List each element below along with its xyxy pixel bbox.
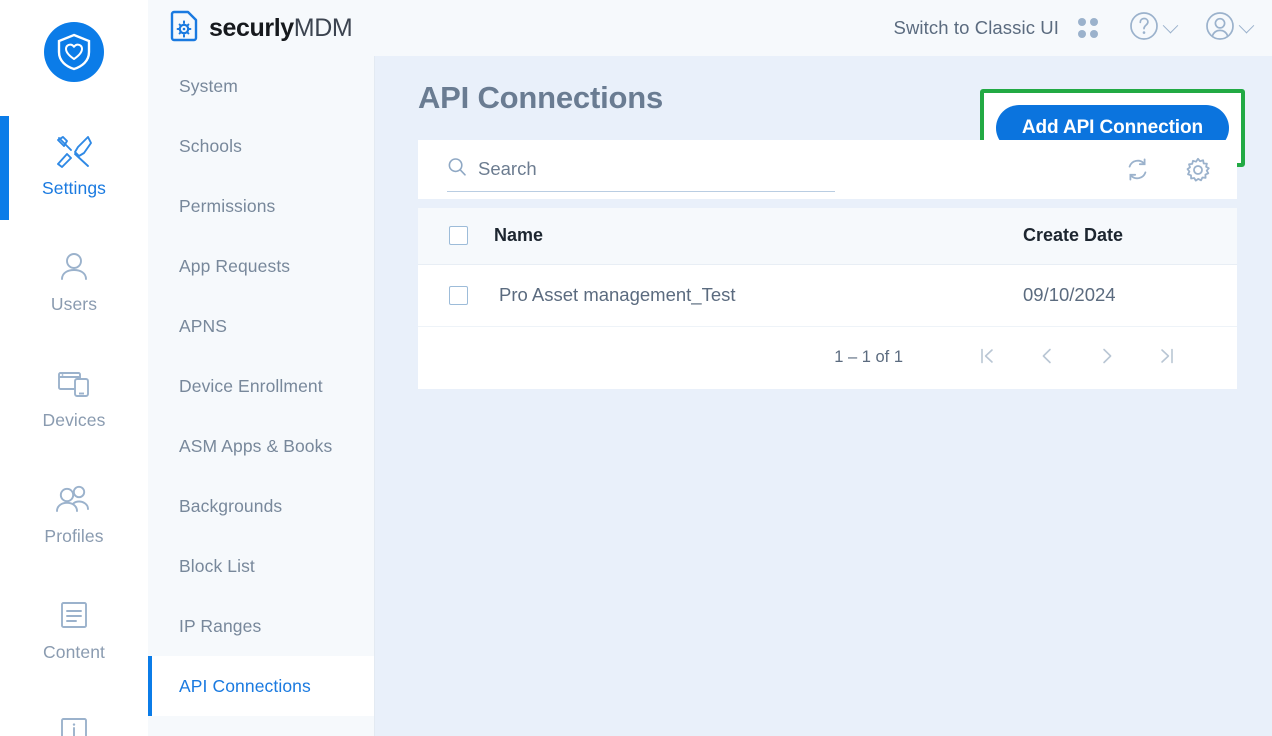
- grid-dot: [1078, 30, 1086, 38]
- table-body: Pro Asset management_Test 09/10/2024: [418, 264, 1237, 327]
- select-all-checkbox[interactable]: [449, 226, 468, 246]
- brand-name-bold: securly: [209, 14, 294, 42]
- cell-create-date: 09/10/2024: [967, 264, 1237, 327]
- subnav-item-apns[interactable]: APNS: [148, 296, 374, 356]
- search-input[interactable]: [478, 158, 798, 180]
- sidebar-item-label: Devices: [42, 410, 106, 430]
- subnav-item-label: Backgrounds: [179, 495, 283, 516]
- subnav-item-api-connections[interactable]: API Connections: [148, 656, 374, 716]
- switch-to-classic-ui-link[interactable]: Switch to Classic UI: [894, 17, 1059, 39]
- primary-nav-list: Settings Users Devices Profiles Content: [0, 112, 148, 736]
- grid-dot: [1090, 30, 1098, 38]
- column-header-name[interactable]: Name: [490, 208, 967, 265]
- document-icon: [59, 594, 89, 636]
- sidebar-item-profiles[interactable]: Profiles: [0, 460, 148, 576]
- info-icon: [59, 710, 89, 736]
- subnav-item-block-list[interactable]: Block List: [148, 536, 374, 596]
- chevron-down-icon: [1162, 17, 1179, 33]
- page-title: API Connections: [418, 80, 664, 115]
- sidebar-item-label: Users: [50, 294, 98, 314]
- next-page-button[interactable]: [1077, 338, 1137, 378]
- pagination: 1 – 1 of 1: [418, 327, 1237, 389]
- subnav-item-label: APNS: [179, 315, 228, 336]
- apps-grid-icon[interactable]: [1078, 18, 1098, 38]
- subnav-item-backgrounds[interactable]: Backgrounds: [148, 476, 374, 536]
- last-page-icon: [1157, 346, 1177, 369]
- grid-dot: [1090, 18, 1098, 26]
- top-bar: securlyMDM Switch to Classic UI: [148, 0, 1272, 56]
- people-icon: [55, 478, 93, 520]
- refresh-icon[interactable]: [1125, 157, 1150, 182]
- subnav-item-label: Block List: [179, 555, 255, 576]
- subnav-item-label: Permissions: [179, 195, 276, 216]
- app-root: Settings Users Devices Profiles Content …: [0, 0, 1272, 736]
- subnav-item-system[interactable]: System: [148, 56, 374, 116]
- table-head: Name Create Date: [418, 208, 1237, 265]
- user-avatar-icon: [1204, 10, 1236, 47]
- table-header-row: Name Create Date: [418, 208, 1237, 265]
- first-page-button[interactable]: [957, 338, 1017, 378]
- sidebar-item-settings[interactable]: Settings: [0, 112, 148, 228]
- top-bar-actions: Switch to Classic UI: [894, 0, 1255, 56]
- column-header-create-date[interactable]: Create Date: [967, 208, 1237, 265]
- grid-dot: [1078, 18, 1086, 26]
- pagination-range-label: 1 – 1 of 1: [834, 348, 903, 366]
- devices-icon: [57, 362, 91, 404]
- help-circle-icon: [1128, 10, 1160, 47]
- chevron-down-icon: [1238, 17, 1255, 33]
- previous-page-icon: [1037, 346, 1057, 369]
- person-icon: [57, 246, 91, 288]
- brand-name-light: MDM: [293, 14, 353, 42]
- user-menu[interactable]: [1204, 10, 1255, 47]
- page-header: API Connections Add API Connection: [375, 56, 1272, 167]
- securly-shield-heart-icon: [44, 22, 104, 82]
- table-toolbar-actions: [1125, 140, 1211, 199]
- subnav-item-label: System: [179, 75, 238, 96]
- primary-sidebar: Settings Users Devices Profiles Content: [0, 0, 148, 736]
- subnav-item-permissions[interactable]: Permissions: [148, 176, 374, 236]
- subnav-item-label: App Requests: [179, 255, 291, 276]
- sidebar-item-status[interactable]: Stat: [0, 692, 148, 736]
- sidebar-item-label: Settings: [41, 178, 107, 198]
- row-checkbox[interactable]: [449, 285, 468, 305]
- previous-page-button[interactable]: [1017, 338, 1077, 378]
- table-row[interactable]: Pro Asset management_Test 09/10/2024: [418, 264, 1237, 327]
- subnav-item-app-requests[interactable]: App Requests: [148, 236, 374, 296]
- brand-name: securlyMDM: [209, 14, 353, 43]
- sidebar-item-label: Profiles: [44, 526, 104, 546]
- search-toolbar: [418, 140, 1237, 199]
- main-content: API Connections Add API Connection Searc…: [375, 56, 1272, 736]
- last-page-button[interactable]: [1137, 338, 1197, 378]
- subnav-item-label: ASM Apps & Books: [179, 435, 333, 456]
- subnav-item-label: API Connections: [179, 675, 311, 696]
- securly-gear-document-icon: [170, 10, 200, 47]
- select-all-header: [418, 208, 490, 265]
- sidebar-item-devices[interactable]: Devices: [0, 344, 148, 460]
- subnav-item-device-enrollment[interactable]: Device Enrollment: [148, 356, 374, 416]
- sidebar-item-label: Content: [43, 642, 105, 662]
- subnav-item-asm-apps-books[interactable]: ASM Apps & Books: [148, 416, 374, 476]
- sidebar-item-content[interactable]: Content: [0, 576, 148, 692]
- brand-logo[interactable]: securlyMDM: [170, 10, 353, 47]
- first-page-icon: [977, 346, 997, 369]
- gear-icon[interactable]: [1185, 157, 1211, 183]
- tools-icon: [55, 130, 93, 172]
- api-connections-table-card: Name Create Date Pro Asset management_Te…: [418, 208, 1237, 389]
- help-menu[interactable]: [1128, 10, 1179, 47]
- search-icon: [447, 157, 467, 182]
- settings-subnav: System Schools Permissions App Requests …: [148, 0, 375, 736]
- api-connections-table: Name Create Date Pro Asset management_Te…: [418, 208, 1237, 327]
- next-page-icon: [1097, 346, 1117, 369]
- search-field[interactable]: [447, 148, 835, 192]
- subnav-item-ip-ranges[interactable]: IP Ranges: [148, 596, 374, 656]
- subnav-item-label: IP Ranges: [179, 615, 262, 636]
- row-select-cell: [418, 264, 490, 327]
- cell-name: Pro Asset management_Test: [490, 264, 967, 327]
- sidebar-item-users[interactable]: Users: [0, 228, 148, 344]
- subnav-item-label: Schools: [179, 135, 242, 156]
- subnav-item-label: Device Enrollment: [179, 375, 323, 396]
- subnav-item-schools[interactable]: Schools: [148, 116, 374, 176]
